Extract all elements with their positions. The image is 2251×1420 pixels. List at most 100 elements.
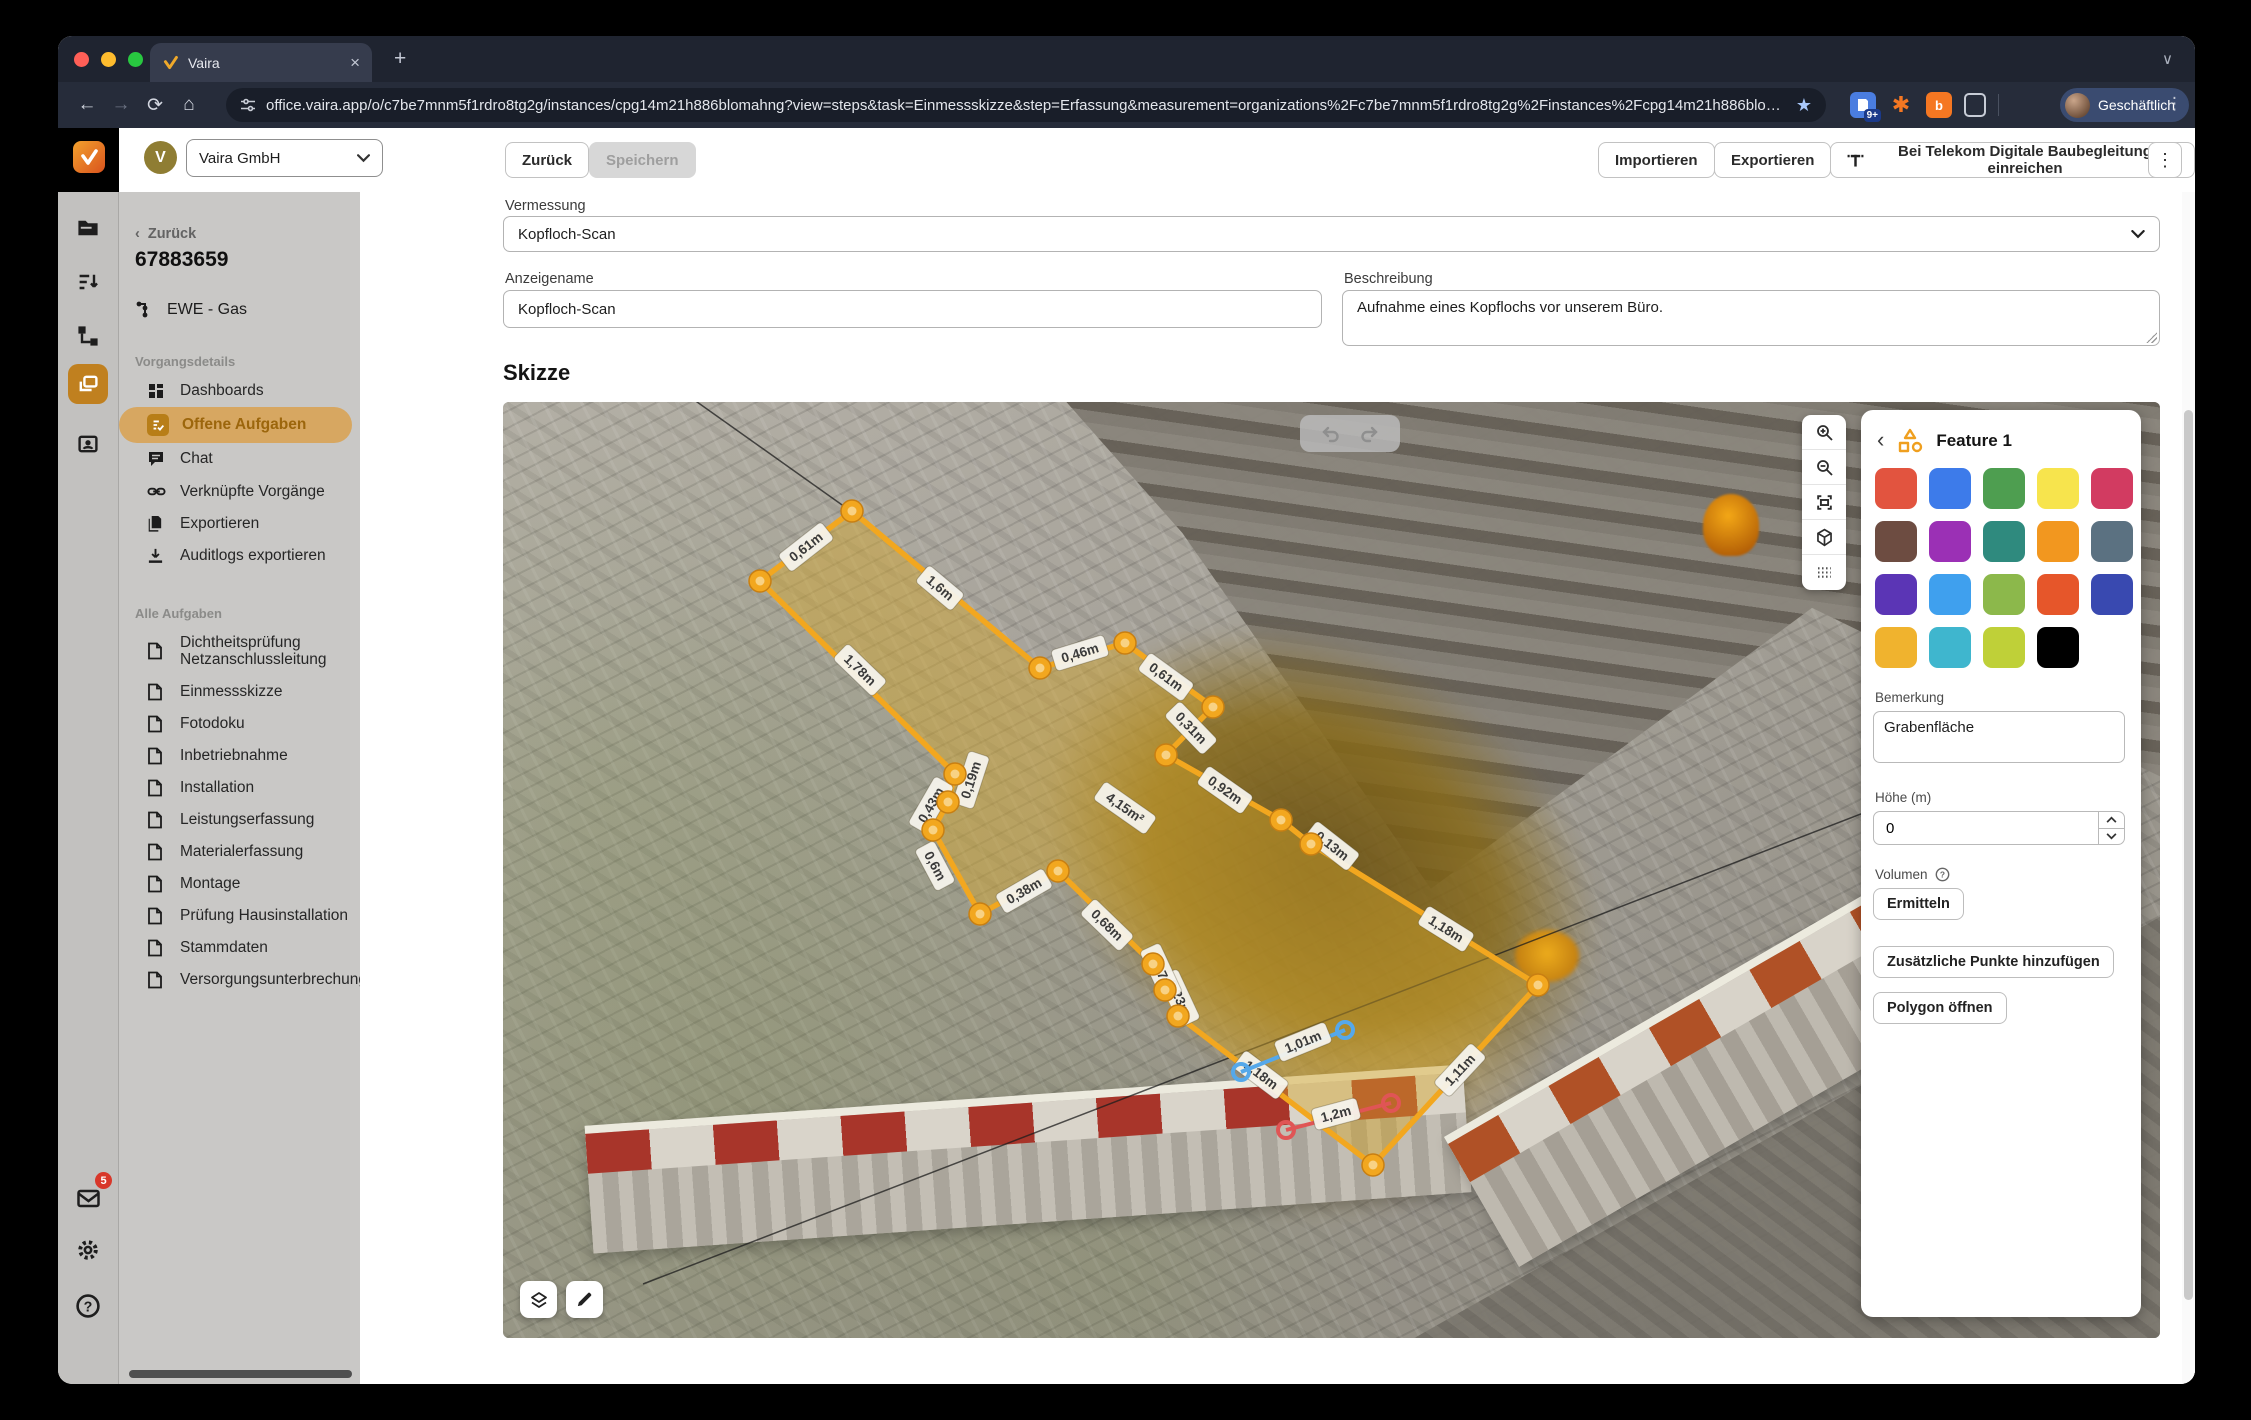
beschreibung-textarea[interactable]: Aufnahme eines Kopflochs vor unserem Bür… — [1342, 290, 2160, 346]
home-icon[interactable]: ⌂ — [172, 94, 206, 116]
case-type[interactable]: EWE - Gas — [135, 300, 360, 320]
inbox-mail-icon[interactable]: 5 — [68, 1178, 108, 1218]
color-swatch[interactable] — [1929, 468, 1971, 509]
projects-folder-icon[interactable] — [68, 208, 108, 248]
vermessung-select[interactable]: Kopfloch-Scan — [503, 216, 2160, 252]
sidebar-item-stammdaten[interactable]: Stammdaten — [119, 932, 360, 964]
back-nav-icon[interactable]: ← — [70, 94, 104, 116]
forward-nav-icon[interactable]: → — [104, 94, 138, 116]
color-swatch[interactable] — [1929, 627, 1971, 668]
browser-tab[interactable]: Vaira × — [150, 43, 372, 82]
cube-view-icon[interactable] — [1802, 520, 1846, 555]
anzeigename-input[interactable] — [503, 290, 1322, 328]
site-settings-icon[interactable] — [240, 97, 256, 113]
zoom-in-icon[interactable] — [1802, 415, 1846, 450]
color-swatch[interactable] — [1875, 627, 1917, 668]
back-button[interactable]: Zurück — [505, 142, 589, 178]
close-window-button[interactable] — [74, 52, 89, 67]
page-scrollbar-thumb[interactable] — [2184, 410, 2193, 1300]
bookmark-star-icon[interactable]: ★ — [1796, 95, 1812, 116]
contacts-card-icon[interactable] — [68, 424, 108, 464]
add-points-button[interactable]: Zusätzliche Punkte hinzufügen — [1873, 946, 2114, 978]
window-controls[interactable] — [74, 52, 143, 67]
color-swatch[interactable] — [2037, 521, 2079, 562]
browser-menu-icon[interactable]: ⋮ — [2166, 94, 2183, 114]
pointcloud-viewer[interactable]: 0,61m1,6m0,46m0,61m0,31m0,92m0,13m1,18m1… — [503, 402, 2160, 1338]
layers-icon[interactable] — [520, 1281, 557, 1318]
sidebar-item-chat[interactable]: Chat — [119, 443, 360, 475]
import-button[interactable]: Importieren — [1598, 142, 1715, 178]
color-swatch[interactable] — [1929, 521, 1971, 562]
step-down-icon[interactable] — [2099, 829, 2124, 845]
sidebar-item-einmessskizze[interactable]: Einmessskizze — [119, 676, 360, 708]
undo-icon[interactable] — [1320, 425, 1342, 443]
ermitteln-button[interactable]: Ermitteln — [1873, 888, 1964, 920]
org-chart-icon[interactable] — [68, 316, 108, 356]
tab-search-chevron-icon[interactable]: ∨ — [2162, 50, 2173, 68]
color-swatch[interactable] — [2037, 627, 2079, 668]
org-select[interactable]: Vaira GmbH — [186, 139, 383, 177]
extension-notes-icon[interactable]: 9+ — [1850, 92, 1876, 118]
edit-pencil-icon[interactable] — [566, 1281, 603, 1318]
url-bar[interactable]: office.vaira.app/o/c7be7mnm5f1rdro8tg2g/… — [226, 88, 1826, 122]
extension-b-icon[interactable]: b — [1926, 92, 1952, 118]
export-button[interactable]: Exportieren — [1714, 142, 1831, 178]
sidebar-horizontal-scrollbar[interactable] — [129, 1370, 352, 1378]
feature-back-icon[interactable]: ‹ — [1877, 429, 1884, 451]
tab-close-icon[interactable]: × — [350, 54, 360, 71]
color-swatch[interactable] — [1983, 468, 2025, 509]
reload-icon[interactable]: ⟳ — [138, 94, 172, 117]
hoehe-input[interactable] — [1874, 820, 2098, 837]
color-swatch[interactable] — [2091, 521, 2133, 562]
sidebar-item-fotodoku[interactable]: Fotodoku — [119, 708, 360, 740]
settings-gear-icon[interactable] — [68, 1230, 108, 1270]
color-swatch[interactable] — [1875, 468, 1917, 509]
page-scrollbar[interactable] — [2182, 192, 2195, 1384]
redo-icon[interactable] — [1358, 425, 1380, 443]
color-swatch[interactable] — [2037, 574, 2079, 615]
zoom-out-icon[interactable] — [1802, 450, 1846, 485]
sidebar-item-montage[interactable]: Montage — [119, 868, 360, 900]
color-swatch[interactable] — [2091, 574, 2133, 615]
sidebar-item-versorgungsunterbrechung[interactable]: Versorgungsunterbrechung — [119, 964, 360, 996]
color-swatch[interactable] — [2037, 468, 2079, 509]
trench-polygon[interactable] — [760, 511, 1538, 1165]
color-swatch[interactable] — [1929, 574, 1971, 615]
sidebar-item-leistungserfassung[interactable]: Leistungserfassung — [119, 804, 360, 836]
sidebar-item-prüfung-hausinstallation[interactable]: Prüfung Hausinstallation — [119, 900, 360, 932]
more-actions-button[interactable]: ⋮ — [2148, 142, 2182, 178]
minimize-window-button[interactable] — [101, 52, 116, 67]
sidebar-item-materialerfassung[interactable]: Materialerfassung — [119, 836, 360, 868]
sidebar-item-offene-aufgaben[interactable]: Offene Aufgaben — [119, 407, 352, 443]
sidebar-item-verknüpfte-vorgänge[interactable]: Verknüpfte Vorgänge — [119, 475, 360, 508]
info-icon[interactable]: ? — [1935, 867, 1950, 882]
sidebar-item-dashboards[interactable]: Dashboards — [119, 375, 360, 407]
sidebar-back-link[interactable]: ‹ Zurück — [135, 226, 360, 242]
sidebar-item-exportieren[interactable]: Exportieren — [119, 508, 360, 540]
step-up-icon[interactable] — [2099, 812, 2124, 829]
fit-view-icon[interactable] — [1802, 485, 1846, 520]
sidebar-item-inbetriebnahme[interactable]: Inbetriebnahme — [119, 740, 360, 772]
help-icon[interactable]: ? — [68, 1286, 108, 1326]
color-swatch[interactable] — [1875, 574, 1917, 615]
sidebar-item-auditlogs-exportieren[interactable]: Auditlogs exportieren — [119, 540, 360, 572]
save-button[interactable]: Speichern — [589, 142, 696, 178]
url-text[interactable]: office.vaira.app/o/c7be7mnm5f1rdro8tg2g/… — [266, 97, 1786, 114]
textarea-resize-handle[interactable] — [2146, 332, 2157, 343]
color-swatch[interactable] — [2091, 468, 2133, 509]
color-swatch[interactable] — [1983, 521, 2025, 562]
color-swatch[interactable] — [1875, 521, 1917, 562]
point-grid-icon[interactable] — [1802, 555, 1846, 590]
open-polygon-button[interactable]: Polygon öffnen — [1873, 992, 2007, 1024]
telekom-submit-button[interactable]: Bei Telekom Digitale Baubegleitung einre… — [1830, 142, 2195, 178]
color-swatch[interactable] — [1983, 574, 2025, 615]
extension-sprocket-icon[interactable]: ✱ — [1888, 92, 1914, 118]
sidebar-item-dichtheitsprüfung-netzanschlussleitung[interactable]: Dichtheitsprüfung Netzanschlussleitung — [119, 627, 360, 677]
instances-stack-icon[interactable] — [68, 364, 108, 404]
sort-attributes-icon[interactable] — [68, 262, 108, 302]
bemerkung-textarea[interactable]: Grabenfläche — [1873, 711, 2125, 763]
vaira-logo-icon[interactable] — [73, 141, 105, 173]
maximize-window-button[interactable] — [128, 52, 143, 67]
color-swatch[interactable] — [1983, 627, 2025, 668]
extension-clipboard-icon[interactable] — [1964, 93, 1986, 117]
